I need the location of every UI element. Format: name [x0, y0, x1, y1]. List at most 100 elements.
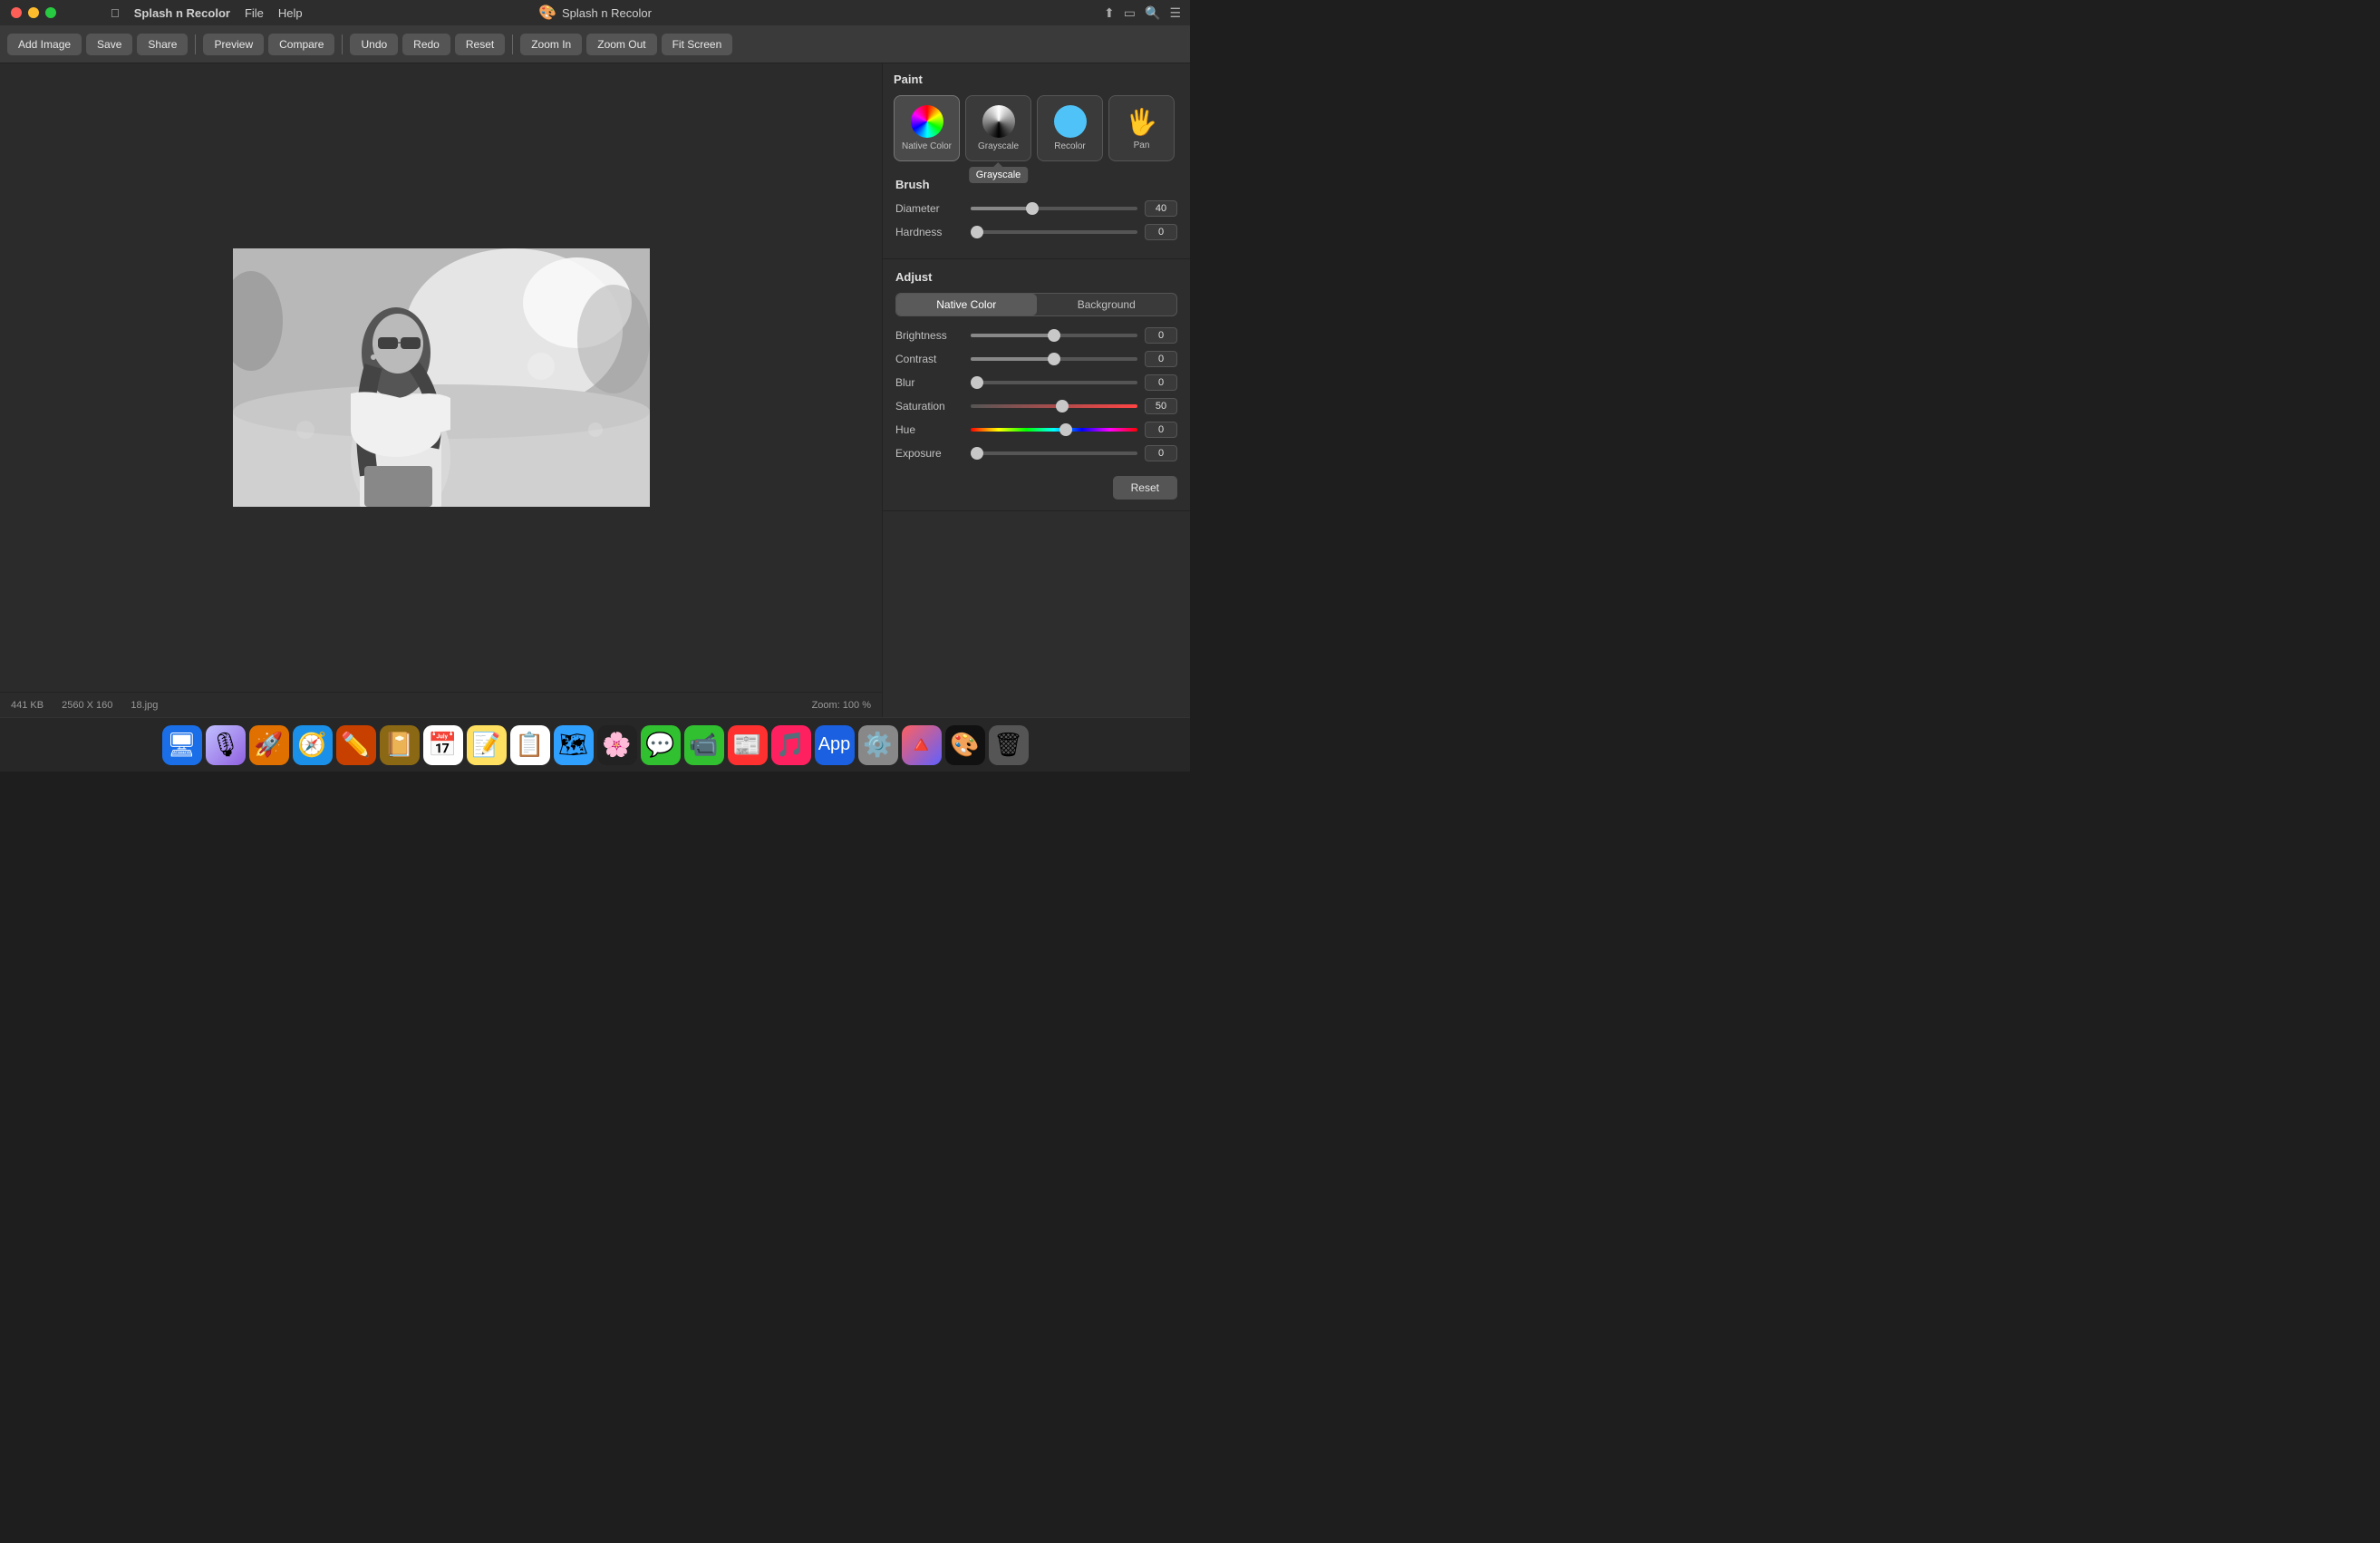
- filename: 18.jpg: [131, 700, 158, 711]
- brightness-value[interactable]: 0: [1145, 327, 1177, 344]
- hue-value[interactable]: 0: [1145, 422, 1177, 438]
- toolbar: Add Image Save Share Preview Compare Und…: [0, 25, 1190, 63]
- contrast-row: Contrast 0: [895, 351, 1177, 367]
- dock-pixelmator[interactable]: ✏️: [336, 725, 376, 765]
- exposure-label: Exposure: [895, 447, 963, 460]
- dock-appstore[interactable]: App: [815, 725, 855, 765]
- recolor-tool[interactable]: Recolor: [1037, 95, 1103, 161]
- dock-safari[interactable]: 🧭: [293, 725, 333, 765]
- brightness-slider[interactable]: [971, 334, 1137, 337]
- adjust-reset-button[interactable]: Reset: [1113, 476, 1177, 500]
- exposure-value[interactable]: 0: [1145, 445, 1177, 461]
- dock-monterey[interactable]: 🔺: [902, 725, 942, 765]
- recolor-label: Recolor: [1054, 141, 1085, 151]
- recolor-icon: [1054, 105, 1087, 138]
- dock-maps[interactable]: 🗺: [554, 725, 594, 765]
- diameter-row: Diameter 40: [895, 200, 1177, 217]
- saturation-label: Saturation: [895, 400, 963, 412]
- dock: 🖥 🎙 🚀 🧭 ✏️ 📔 📅 📝 📋 🗺 🌸 💬 📹 📰 🎵 App ⚙️ 🔺 …: [0, 717, 1190, 772]
- blur-row: Blur 0: [895, 374, 1177, 391]
- contrast-label: Contrast: [895, 353, 963, 365]
- compare-button[interactable]: Compare: [268, 34, 334, 55]
- status-bar: 441 KB 2560 X 160 18.jpg Zoom: 100 %: [0, 692, 882, 717]
- dock-sysprefs[interactable]: ⚙️: [858, 725, 898, 765]
- photo-canvas[interactable]: [233, 248, 650, 507]
- window-title: 🎨 Splash n Recolor: [538, 4, 652, 22]
- native-color-tool[interactable]: Native Color: [894, 95, 960, 161]
- hue-label: Hue: [895, 423, 963, 436]
- redo-button[interactable]: Redo: [402, 34, 450, 55]
- cast-icon[interactable]: ⬆: [1104, 5, 1115, 21]
- dock-trash[interactable]: 🗑: [989, 725, 1029, 765]
- reset-button[interactable]: Reset: [455, 34, 505, 55]
- blur-value[interactable]: 0: [1145, 374, 1177, 391]
- contrast-slider[interactable]: [971, 357, 1137, 361]
- save-button[interactable]: Save: [86, 34, 132, 55]
- dock-splash-recolor[interactable]: 🎨: [945, 725, 985, 765]
- window-title-text: Splash n Recolor: [562, 6, 652, 20]
- help-menu-item[interactable]: Help: [278, 6, 303, 20]
- image-dimensions: 2560 X 160: [62, 700, 112, 711]
- dock-photos[interactable]: 🌸: [597, 725, 637, 765]
- saturation-slider[interactable]: [971, 404, 1137, 408]
- photo-svg: [233, 248, 650, 507]
- background-toggle[interactable]: Background: [1037, 294, 1177, 315]
- adjust-section: Adjust Native Color Background Brightnes…: [883, 259, 1190, 511]
- minimize-button[interactable]: [28, 7, 39, 18]
- hardness-slider[interactable]: [971, 230, 1137, 234]
- toolbar-separator-2: [342, 34, 343, 54]
- pan-tool[interactable]: 🖐 Pan: [1108, 95, 1175, 161]
- dock-siri[interactable]: 🎙: [206, 725, 246, 765]
- dock-finder[interactable]: 🖥: [162, 725, 202, 765]
- diameter-value[interactable]: 40: [1145, 200, 1177, 217]
- saturation-value[interactable]: 50: [1145, 398, 1177, 414]
- dock-news[interactable]: 📰: [728, 725, 768, 765]
- dock-messages[interactable]: 💬: [641, 725, 681, 765]
- hue-row: Hue 0: [895, 422, 1177, 438]
- close-button[interactable]: [11, 7, 22, 18]
- dock-contacts[interactable]: 📔: [380, 725, 420, 765]
- traffic-lights: [11, 7, 56, 18]
- dock-notes[interactable]: 📝: [467, 725, 507, 765]
- search-icon[interactable]: 🔍: [1145, 5, 1160, 21]
- dock-calendar[interactable]: 📅: [423, 725, 463, 765]
- toolbar-separator-3: [512, 34, 513, 54]
- dock-launchpad[interactable]: 🚀: [249, 725, 289, 765]
- contrast-value[interactable]: 0: [1145, 351, 1177, 367]
- diameter-slider[interactable]: [971, 207, 1137, 210]
- app-menu-item[interactable]: Splash n Recolor: [134, 6, 230, 20]
- menu-icon[interactable]: ☰: [1169, 5, 1181, 21]
- dock-reminders[interactable]: 📋: [510, 725, 550, 765]
- zoom-out-button[interactable]: Zoom Out: [586, 34, 656, 55]
- adjust-title: Adjust: [895, 270, 1177, 284]
- dock-music[interactable]: 🎵: [771, 725, 811, 765]
- dock-facetime[interactable]: 📹: [684, 725, 724, 765]
- hue-slider[interactable]: [971, 428, 1137, 432]
- apple-menu[interactable]: : [111, 6, 120, 20]
- hardness-value[interactable]: 0: [1145, 224, 1177, 240]
- file-menu-item[interactable]: File: [245, 6, 264, 20]
- undo-button[interactable]: Undo: [350, 34, 398, 55]
- brush-title: Brush: [895, 178, 1177, 191]
- share-button[interactable]: Share: [137, 34, 188, 55]
- fit-screen-button[interactable]: Fit Screen: [662, 34, 733, 55]
- title-bar:  Splash n Recolor File Help 🎨 Splash n …: [0, 0, 1190, 25]
- hardness-row: Hardness 0: [895, 224, 1177, 240]
- add-image-button[interactable]: Add Image: [7, 34, 82, 55]
- native-color-toggle[interactable]: Native Color: [896, 294, 1037, 315]
- zoom-in-button[interactable]: Zoom In: [520, 34, 582, 55]
- blur-label: Blur: [895, 376, 963, 389]
- brightness-row: Brightness 0: [895, 327, 1177, 344]
- display-icon[interactable]: ▭: [1124, 5, 1136, 21]
- blur-slider[interactable]: [971, 381, 1137, 384]
- grayscale-tool[interactable]: Grayscale Grayscale: [965, 95, 1031, 161]
- canvas-area[interactable]: [0, 63, 882, 692]
- fullscreen-button[interactable]: [45, 7, 56, 18]
- pan-label: Pan: [1134, 141, 1150, 150]
- preview-button[interactable]: Preview: [203, 34, 264, 55]
- paint-section: Paint Native Color Grayscale Grayscale R…: [883, 63, 1190, 167]
- title-right-controls: ⬆ ▭ 🔍 ☰: [1104, 5, 1181, 21]
- right-panel: Paint Native Color Grayscale Grayscale R…: [882, 63, 1190, 717]
- brush-section: Brush Diameter 40 Hardness 0: [883, 167, 1190, 259]
- exposure-slider[interactable]: [971, 451, 1137, 455]
